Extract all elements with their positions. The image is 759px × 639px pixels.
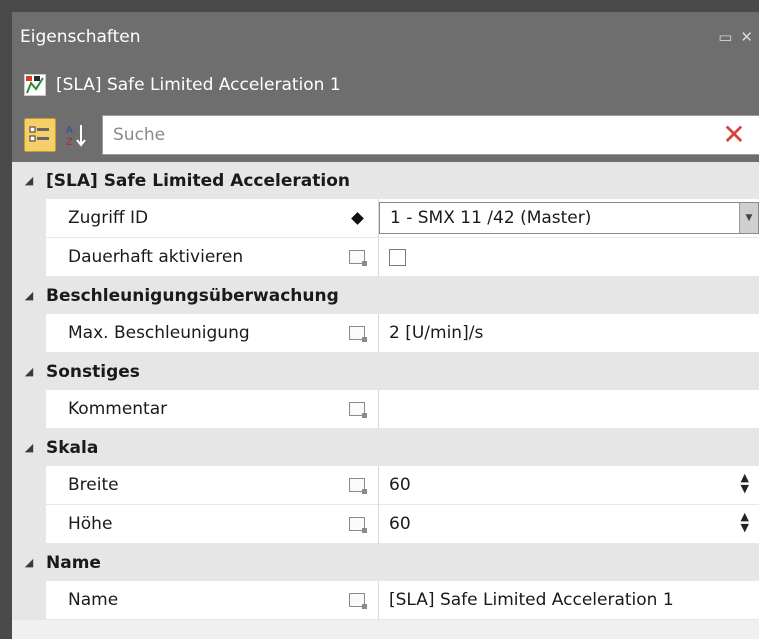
categorized-view-button[interactable] (24, 118, 56, 152)
permanent-activate-checkbox[interactable] (389, 248, 406, 266)
combobox-value: 1 - SMX 11 /42 (Master) (390, 208, 592, 228)
property-row[interactable]: Dauerhaft aktivieren (12, 238, 759, 277)
name-value[interactable]: [SLA] Safe Limited Acceleration 1 (379, 581, 759, 620)
restore-icon[interactable]: ▭ (718, 28, 732, 46)
edit-marker-icon (349, 517, 367, 533)
property-name: Name (46, 581, 336, 620)
property-toolbar: A Z Suche ✕ (12, 108, 759, 162)
category-title: Sonstiges (46, 361, 140, 382)
diamond-marker-icon (350, 211, 364, 225)
property-name: Max. Beschleunigung (46, 314, 336, 353)
category-name[interactable]: ◢ Name (12, 544, 759, 581)
collapse-triangle-icon[interactable]: ◢ (12, 365, 46, 378)
access-id-combobox[interactable]: 1 - SMX 11 /42 (Master) ▼ (379, 202, 759, 234)
property-row[interactable]: Kommentar (12, 390, 759, 429)
max-acceleration-value[interactable]: 2 [U/min]/s (379, 314, 759, 353)
property-row[interactable]: Max. Beschleunigung 2 [U/min]/s (12, 314, 759, 353)
edit-marker-icon (349, 250, 367, 266)
height-value[interactable]: 60 ▲ ▼ (379, 505, 759, 544)
width-number: 60 (389, 475, 411, 495)
category-title: Beschleunigungsüberwachung (46, 285, 339, 306)
height-number: 60 (389, 514, 411, 534)
property-name: Höhe (46, 505, 336, 544)
object-title: [SLA] Safe Limited Acceleration 1 (56, 75, 341, 95)
collapse-triangle-icon[interactable]: ◢ (12, 556, 46, 569)
property-row[interactable]: Name [SLA] Safe Limited Acceleration 1 (12, 581, 759, 620)
category-title: Name (46, 552, 101, 573)
property-name: Kommentar (46, 390, 336, 429)
collapse-triangle-icon[interactable]: ◢ (12, 289, 46, 302)
height-spinner-icon[interactable]: ▲ ▼ (741, 511, 749, 533)
search-input[interactable]: Suche (103, 125, 709, 145)
properties-panel: Eigenschaften ▭ ✕ [SLA] Safe Limited Acc… (12, 12, 759, 639)
panel-title: Eigenschaften (20, 27, 141, 47)
comment-value[interactable] (379, 390, 759, 429)
alphabetical-sort-button[interactable]: A Z (62, 119, 92, 151)
edit-marker-icon (349, 326, 367, 342)
category-sla[interactable]: ◢ [SLA] Safe Limited Acceleration (12, 162, 759, 199)
chevron-down-icon[interactable]: ▼ (739, 203, 758, 233)
sla-object-icon (24, 74, 46, 96)
collapse-triangle-icon[interactable]: ◢ (12, 174, 46, 187)
close-icon[interactable]: ✕ (740, 28, 753, 46)
panel-titlebar: Eigenschaften ▭ ✕ (12, 12, 759, 62)
svg-text:A: A (66, 125, 73, 136)
property-row[interactable]: Breite 60 ▲ ▼ (12, 466, 759, 505)
property-grid: ◢ [SLA] Safe Limited Acceleration Zugrif… (12, 162, 759, 620)
category-acceleration-monitoring[interactable]: ◢ Beschleunigungsüberwachung (12, 277, 759, 314)
width-value[interactable]: 60 ▲ ▼ (379, 466, 759, 505)
edit-marker-icon (349, 402, 367, 418)
category-title: Skala (46, 437, 99, 458)
property-name: Dauerhaft aktivieren (46, 238, 336, 277)
edit-marker-icon (349, 478, 367, 494)
category-title: [SLA] Safe Limited Acceleration (46, 170, 350, 191)
category-scale[interactable]: ◢ Skala (12, 429, 759, 466)
collapse-triangle-icon[interactable]: ◢ (12, 441, 46, 454)
property-name: Zugriff ID (46, 199, 336, 238)
categorized-icon (29, 126, 49, 142)
object-header: [SLA] Safe Limited Acceleration 1 (12, 62, 759, 108)
property-row[interactable]: Höhe 60 ▲ ▼ (12, 505, 759, 544)
edit-marker-icon (349, 593, 367, 609)
property-row[interactable]: Zugriff ID 1 - SMX 11 /42 (Master) ▼ (12, 199, 759, 238)
clear-search-icon[interactable]: ✕ (709, 116, 759, 154)
search-box[interactable]: Suche ✕ (102, 115, 759, 155)
width-spinner-icon[interactable]: ▲ ▼ (741, 472, 749, 494)
property-name: Breite (46, 466, 336, 505)
category-misc[interactable]: ◢ Sonstiges (12, 353, 759, 390)
access-id-value[interactable]: 1 - SMX 11 /42 (Master) ▼ (379, 199, 759, 238)
sort-az-icon: A Z (66, 125, 86, 148)
svg-text:Z: Z (66, 137, 73, 148)
